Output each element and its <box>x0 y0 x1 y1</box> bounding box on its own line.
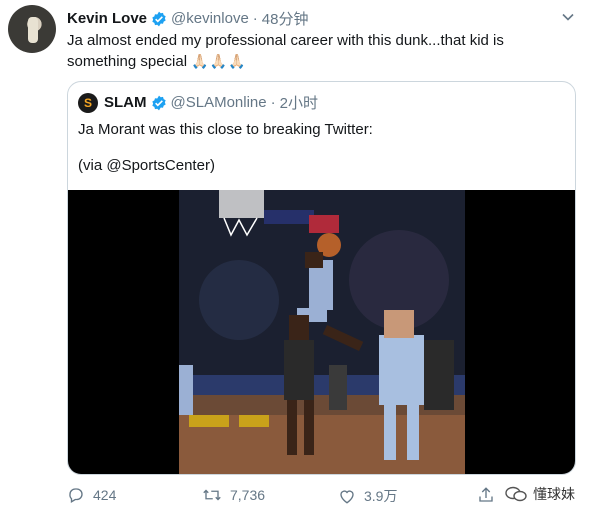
tweet-actions: 424 7,736 3.9万 <box>67 486 577 510</box>
like-count: 3.9万 <box>364 488 398 504</box>
tweet-text: Ja almost ended my professional career w… <box>67 31 567 72</box>
verified-badge-icon <box>151 95 166 110</box>
watermark-text: 懂球妹 <box>533 486 575 502</box>
quoted-author-name[interactable]: SLAM <box>104 94 147 111</box>
tweet-header: Kevin Love @kevinlove · 48分钟 <box>67 8 308 29</box>
slam-avatar[interactable]: S <box>78 92 98 113</box>
reply-icon <box>69 488 83 503</box>
share-icon <box>479 487 493 502</box>
folded-hands-emoji: 🙏🏻🙏🏻🙏🏻 <box>191 53 247 69</box>
quoted-via: (via @SportsCenter) <box>78 157 215 174</box>
quoted-header: S SLAM @SLAMonline · 2小时 <box>78 92 318 113</box>
reply-button[interactable]: 424 <box>67 486 116 504</box>
like-button[interactable]: 3.9万 <box>338 486 397 506</box>
tweet-body: Ja almost ended my professional career w… <box>67 32 504 70</box>
author-name[interactable]: Kevin Love <box>67 10 147 27</box>
verified-badge-icon <box>152 11 166 26</box>
separator-dot: · <box>252 10 258 27</box>
tweet-time[interactable]: 48分钟 <box>262 8 309 29</box>
separator-dot: · <box>270 94 276 111</box>
author-handle[interactable]: @kevinlove <box>171 10 249 27</box>
quoted-text: Ja Morant was this close to breaking Twi… <box>78 121 373 138</box>
chevron-down-icon[interactable] <box>561 10 575 24</box>
reply-count: 424 <box>93 487 117 503</box>
dunk-video-frame[interactable] <box>179 190 465 474</box>
heart-icon <box>340 490 354 504</box>
retweet-icon <box>203 489 221 501</box>
author-avatar[interactable] <box>8 5 56 53</box>
retweet-count: 7,736 <box>230 487 266 503</box>
quoted-tweet[interactable]: S SLAM @SLAMonline · 2小时 Ja Morant was t… <box>67 81 576 475</box>
video-player[interactable] <box>68 190 575 474</box>
dunk-scene-image <box>179 190 465 474</box>
share-button[interactable] <box>477 486 503 504</box>
quoted-time[interactable]: 2小时 <box>280 92 318 113</box>
retweet-button[interactable]: 7,736 <box>202 486 265 504</box>
watermark: 懂球妹 <box>505 484 575 504</box>
wechat-icon <box>505 486 527 502</box>
quoted-handle[interactable]: @SLAMonline <box>171 94 267 111</box>
